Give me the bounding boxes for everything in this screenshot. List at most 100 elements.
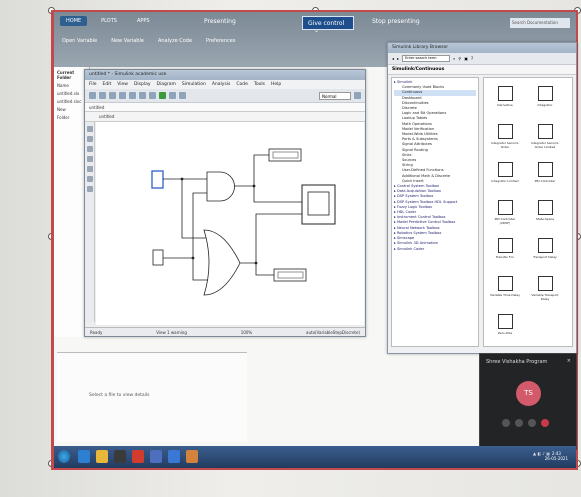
library-block[interactable] <box>538 124 553 139</box>
breadcrumb[interactable]: untitled <box>85 112 365 122</box>
library-tree-item[interactable]: ▸ Simulink Coder <box>394 247 476 252</box>
search-icon[interactable]: ⌕ <box>453 56 455 61</box>
signal-line[interactable] <box>234 154 269 187</box>
menu-code[interactable]: Code <box>236 82 248 87</box>
library-block[interactable] <box>538 238 553 253</box>
zoom-in-icon[interactable] <box>87 126 93 132</box>
acrobat-icon[interactable] <box>132 450 144 463</box>
folder-item[interactable]: Folder <box>57 115 86 120</box>
redo-icon[interactable] <box>129 92 136 99</box>
or-gate-block[interactable] <box>203 229 241 296</box>
library-tree[interactable]: ▸ Simulink Commonly Used Blocks Continuous… <box>391 77 479 347</box>
forward-icon[interactable]: ▸ <box>397 56 399 61</box>
constant-block[interactable] <box>151 170 164 189</box>
analyze-code-button[interactable]: Analyze Code <box>158 38 192 44</box>
folder-item[interactable]: Name <box>57 83 86 88</box>
share-icon[interactable] <box>528 419 536 427</box>
give-control-button[interactable]: Give control ⌄ <box>302 16 354 34</box>
menu-diagram[interactable]: Diagram <box>157 82 176 87</box>
constant-block[interactable] <box>152 249 164 266</box>
model-tab[interactable]: untitled <box>85 103 365 112</box>
menu-analysis[interactable]: Analysis <box>212 82 231 87</box>
menu-view[interactable]: View <box>117 82 128 87</box>
annotation-icon[interactable] <box>87 166 93 172</box>
menu-edit[interactable]: Edit <box>103 82 112 87</box>
tab-home[interactable]: HOME <box>60 16 88 26</box>
back-icon[interactable]: ◂ <box>392 56 394 61</box>
simulink-icon[interactable] <box>186 450 198 463</box>
signal-line[interactable] <box>255 213 302 263</box>
signal-line[interactable] <box>163 192 207 259</box>
library-block[interactable] <box>498 276 513 291</box>
signal-line[interactable] <box>240 262 274 276</box>
menu-tools[interactable]: Tools <box>254 82 265 87</box>
folder-item[interactable]: untitled.slxc <box>57 99 86 104</box>
area-icon[interactable] <box>87 186 93 192</box>
stop-icon[interactable] <box>179 92 186 99</box>
model-explorer-icon[interactable] <box>149 92 156 99</box>
run-icon[interactable] <box>159 92 166 99</box>
undo-icon[interactable] <box>119 92 126 99</box>
simulation-mode-select[interactable]: Normal <box>319 91 351 100</box>
library-block[interactable] <box>498 86 513 101</box>
search-documentation-input[interactable]: Search Documentation <box>510 18 570 28</box>
matlab-icon[interactable] <box>114 450 126 463</box>
camera-icon[interactable] <box>502 419 510 427</box>
library-block[interactable] <box>538 86 553 101</box>
new-variable-button[interactable]: New Variable <box>111 38 144 44</box>
signal-line[interactable] <box>253 186 302 203</box>
microphone-icon[interactable] <box>515 419 523 427</box>
library-block[interactable] <box>498 238 513 253</box>
stop-presenting-button[interactable]: Stop presenting <box>372 18 420 25</box>
library-block-label: Transport Delay <box>533 255 557 259</box>
image-icon[interactable] <box>87 176 93 182</box>
preferences-button[interactable]: Preferences <box>206 38 235 44</box>
library-block[interactable] <box>538 162 553 177</box>
display-block[interactable] <box>273 268 307 282</box>
folder-item[interactable]: untitled.slx <box>57 91 86 96</box>
menu-help[interactable]: Help <box>271 82 281 87</box>
status-warning-link[interactable]: View 1 warning <box>156 330 187 335</box>
model-canvas[interactable] <box>96 122 364 325</box>
new-model-icon[interactable]: ▣ <box>464 56 468 61</box>
signal-line[interactable] <box>181 179 206 239</box>
library-search-input[interactable]: Enter search term <box>402 55 451 62</box>
library-browser-icon[interactable] <box>139 92 146 99</box>
signal-line[interactable] <box>192 258 208 281</box>
menu-simulation[interactable]: Simulation <box>182 82 206 87</box>
help-icon[interactable]: ? <box>471 56 473 61</box>
display-block[interactable] <box>268 148 302 162</box>
pin-icon[interactable]: ⚲ <box>458 56 461 61</box>
ie-icon[interactable] <box>78 450 90 463</box>
library-block[interactable] <box>498 200 513 215</box>
settings-icon[interactable] <box>354 92 361 99</box>
word-icon[interactable] <box>168 450 180 463</box>
folder-item[interactable]: New <box>57 107 86 112</box>
library-block[interactable] <box>498 162 513 177</box>
file-explorer-icon[interactable] <box>96 450 108 463</box>
close-icon[interactable]: × <box>567 358 571 364</box>
save-icon[interactable] <box>109 92 116 99</box>
menu-file[interactable]: File <box>89 82 97 87</box>
library-block[interactable] <box>498 314 513 329</box>
library-block[interactable] <box>538 276 553 291</box>
step-icon[interactable] <box>169 92 176 99</box>
new-model-icon[interactable] <box>89 92 96 99</box>
open-variable-button[interactable]: Open Variable <box>62 38 97 44</box>
tab-plots[interactable]: PLOTS <box>95 16 123 26</box>
library-block[interactable] <box>538 200 553 215</box>
monitor-screen: HOME PLOTS APPS Presenting Give control … <box>51 10 578 470</box>
open-icon[interactable] <box>99 92 106 99</box>
start-button-icon[interactable] <box>58 450 70 463</box>
end-call-button[interactable] <box>541 419 549 427</box>
arrow-icon[interactable] <box>87 156 93 162</box>
zoom-out-icon[interactable] <box>87 136 93 142</box>
menu-display[interactable]: Display <box>134 82 151 87</box>
library-block[interactable] <box>498 124 513 139</box>
tab-apps[interactable]: APPS <box>131 16 156 26</box>
scope-block[interactable] <box>301 184 336 225</box>
taskbar-clock[interactable]: 2:43 26-05-2021 <box>545 451 568 461</box>
fit-view-icon[interactable] <box>87 146 93 152</box>
teams-icon[interactable] <box>150 450 162 463</box>
and-gate-block[interactable] <box>206 171 235 202</box>
